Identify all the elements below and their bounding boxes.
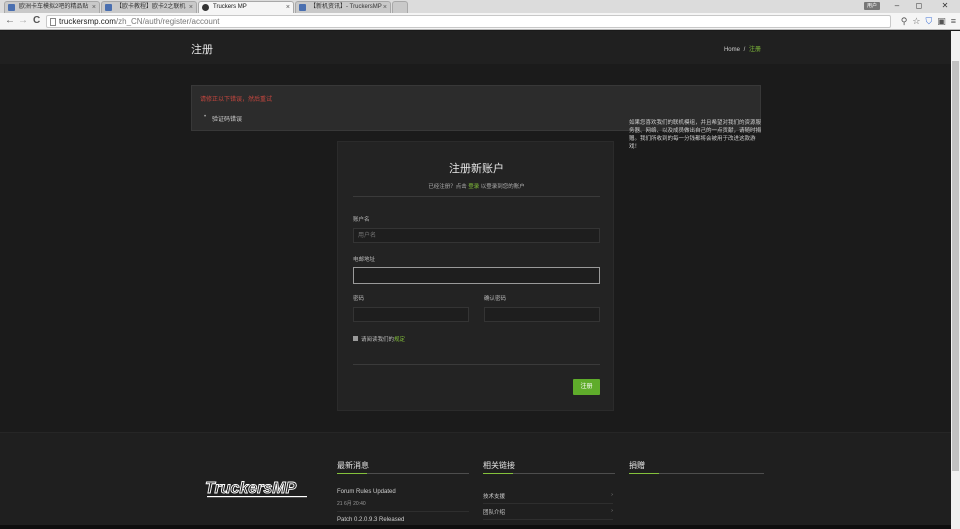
breadcrumb-current: 注册	[748, 47, 761, 53]
minimize-button[interactable]: –	[886, 0, 908, 13]
menu-icon[interactable]: ≡	[951, 15, 956, 27]
extension-icon[interactable]: ▣	[937, 15, 946, 27]
page-title-bar: 注册 Home / 注册	[0, 31, 951, 64]
forward-button[interactable]: →	[18, 15, 28, 27]
heading-underline	[629, 473, 764, 474]
page-content: 注册 Home / 注册 请修正以下错误，然后重试 验证码错误 注册新账户 已经…	[0, 31, 951, 529]
favicon-icon	[299, 4, 306, 11]
tab-title: 【新机资讯】- TruckersMP	[310, 4, 382, 10]
close-tab-icon[interactable]: ×	[286, 2, 290, 13]
reload-button[interactable]: C	[33, 15, 40, 27]
svg-text:TruckersMP: TruckersMP	[205, 480, 297, 497]
alert-error-item: 验证码错误	[204, 114, 242, 123]
rules-checkbox[interactable]	[353, 336, 358, 341]
email-input[interactable]	[353, 267, 600, 284]
browser-tab[interactable]: 【新机资讯】- TruckersMP ×	[295, 1, 391, 13]
divider	[353, 196, 600, 197]
extension-icons: ⚲ ☆ ⛉ ▣ ≡	[901, 15, 956, 27]
form-title: 注册新账户	[449, 163, 504, 175]
browser-tabstrip: 欧洲卡车模拟2吧的精品贴 × 【欧卡教程】欧卡2之联机 × Truckers MP ×…	[0, 0, 960, 13]
new-tab-button[interactable]	[392, 1, 408, 13]
heading-underline	[337, 473, 469, 474]
donate-heading: 捐赠	[629, 461, 645, 470]
register-form: 注册新账户 已经注册？点击 登录 以登录到您的账户 账户名 电邮地址 密码 确认…	[337, 141, 614, 411]
username-input[interactable]	[353, 228, 600, 243]
subtitle-suffix: 以登录到您的账户	[480, 184, 525, 190]
heading-underline	[483, 473, 615, 474]
page-scrollbar[interactable]	[951, 31, 960, 529]
alert-heading: 请修正以下错误，然后重试	[200, 97, 273, 103]
news-item-date: 21 6月 20:40	[337, 501, 366, 507]
favicon-icon	[202, 4, 209, 11]
confirm-password-label: 确认密码	[484, 296, 507, 302]
news-heading: 最新消息	[337, 461, 369, 470]
news-item-title[interactable]: Forum Rules Updated	[337, 489, 396, 495]
url-path: /zh_CN/auth/register/account	[115, 17, 220, 26]
password-input[interactable]	[353, 307, 469, 322]
scrollbar-thumb[interactable]	[952, 61, 959, 471]
truckersmp-logo[interactable]: TruckersMP	[203, 478, 321, 500]
page-title: 注册	[191, 44, 213, 56]
favicon-icon	[105, 4, 112, 11]
rules-link[interactable]: 规定	[394, 337, 405, 343]
register-submit-button[interactable]: 注册	[573, 379, 600, 395]
divider	[353, 364, 600, 365]
back-button[interactable]: ←	[5, 15, 15, 27]
breadcrumb-separator: /	[743, 47, 746, 53]
browser-tab[interactable]: 欧洲卡车模拟2吧的精品贴 ×	[4, 1, 100, 13]
shield-icon[interactable]: ⛉	[925, 15, 932, 27]
taskbar	[0, 525, 951, 529]
footer-link-label: 团队介绍	[483, 510, 506, 516]
close-tab-icon[interactable]: ×	[189, 2, 193, 13]
password-label: 密码	[353, 296, 365, 302]
footer-link[interactable]: 技术支援 ›	[483, 492, 613, 504]
breadcrumb-home[interactable]: Home	[724, 47, 740, 53]
footer-link-label: 技术支援	[483, 494, 506, 500]
close-tab-icon[interactable]: ×	[383, 2, 387, 13]
rules-prefix: 请阅读我们的	[361, 337, 395, 343]
browser-tab[interactable]: 【欧卡教程】欧卡2之联机 ×	[101, 1, 197, 13]
news-item-title[interactable]: Patch 0.2.0.9.3 Released	[337, 517, 404, 523]
close-window-button[interactable]: ✕	[930, 0, 960, 13]
tab-title: 欧洲卡车模拟2吧的精品贴	[19, 4, 89, 10]
rules-label: 请阅读我们的规定	[361, 335, 405, 343]
page-icon	[50, 18, 56, 26]
confirm-password-input[interactable]	[484, 307, 600, 322]
footer-link[interactable]: 团队介绍 ›	[483, 508, 613, 520]
location-icon[interactable]: ⚲	[901, 15, 908, 27]
login-link[interactable]: 登录	[468, 184, 479, 190]
browser-toolbar: ← → C truckersmp.com/zh_CN/auth/register…	[0, 13, 960, 30]
site-footer: TruckersMP 最新消息 Forum Rules Updated 21 6…	[0, 432, 951, 529]
maximize-button[interactable]: ◻	[908, 0, 930, 13]
browser-tab-active[interactable]: Truckers MP ×	[198, 1, 294, 13]
favicon-icon	[8, 4, 15, 11]
tab-title: 【欧卡教程】欧卡2之联机	[116, 4, 186, 10]
breadcrumb: Home / 注册	[724, 44, 761, 53]
donate-text: 如果您喜欢我们的联机模组，并且希望对我们的资源服务器、网络、以及成员做出自己的一…	[629, 120, 762, 150]
chevron-right-icon: ›	[611, 508, 613, 514]
email-label: 电邮地址	[353, 257, 376, 263]
close-tab-icon[interactable]: ×	[92, 2, 96, 13]
window-controls: – ◻ ✕	[886, 0, 960, 13]
main-content: 请修正以下错误，然后重试 验证码错误 注册新账户 已经注册？点击 登录 以登录到…	[0, 64, 951, 432]
tab-title: Truckers MP	[213, 4, 247, 10]
subtitle-prefix: 已经注册？点击	[428, 184, 467, 190]
address-bar[interactable]: truckersmp.com/zh_CN/auth/register/accou…	[46, 15, 891, 28]
form-subtitle: 已经注册？点击 登录 以登录到您的账户	[338, 182, 615, 190]
username-label: 账户名	[353, 217, 370, 223]
divider	[337, 511, 469, 512]
chevron-right-icon: ›	[611, 492, 613, 498]
bookmark-star-icon[interactable]: ☆	[912, 15, 920, 27]
url-host: truckersmp.com	[59, 17, 116, 26]
user-badge[interactable]: 用户	[864, 2, 880, 10]
links-heading: 相关链接	[483, 461, 515, 470]
